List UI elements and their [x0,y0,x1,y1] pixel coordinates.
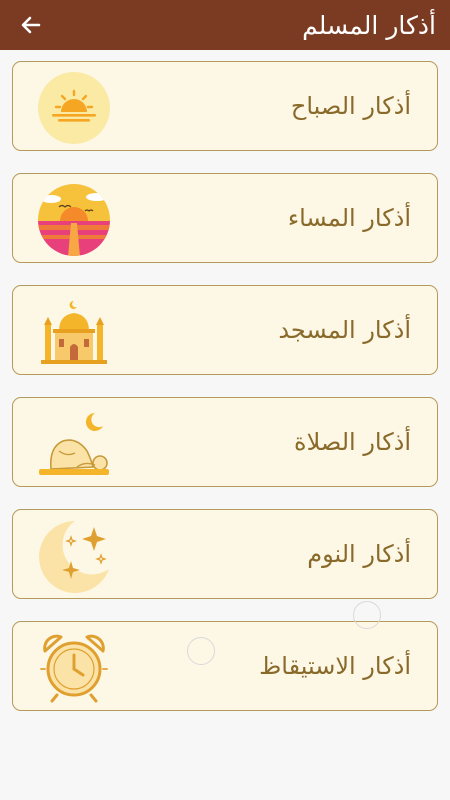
sunrise-icon [38,72,110,144]
adhkar-list: أذكار الصباح أذكار المساء أذكار المسجد أ… [12,61,438,733]
list-item-waking-adhkar[interactable]: أذكار الاستيقاظ [12,621,438,711]
list-item-morning-adhkar[interactable]: أذكار الصباح [12,61,438,151]
alarm-clock-icon [40,634,108,703]
page-title: أذكار المسلم [302,10,436,40]
list-item-label: أذكار النوم [307,540,411,568]
moon-stars-icon [39,521,110,593]
list-item-label: أذكار المسجد [278,316,411,344]
sunset-icon [38,184,110,256]
list-item-prayer-adhkar[interactable]: أذكار الصلاة [12,397,438,487]
mosque-icon [41,300,107,364]
list-item-sleep-adhkar[interactable]: أذكار النوم [12,509,438,599]
list-item-label: أذكار الصلاة [294,428,411,456]
list-item-label: أذكار الصباح [290,92,411,120]
list-item-mosque-adhkar[interactable]: أذكار المسجد [12,285,438,375]
back-button[interactable] [16,10,46,40]
arrow-left-icon [21,16,41,34]
list-item-label: أذكار المساء [287,204,411,232]
app-bar: أذكار المسلم [0,0,450,50]
list-item-evening-adhkar[interactable]: أذكار المساء [12,173,438,263]
list-item-label: أذكار الاستيقاظ [259,652,411,680]
prostration-icon [39,412,109,475]
